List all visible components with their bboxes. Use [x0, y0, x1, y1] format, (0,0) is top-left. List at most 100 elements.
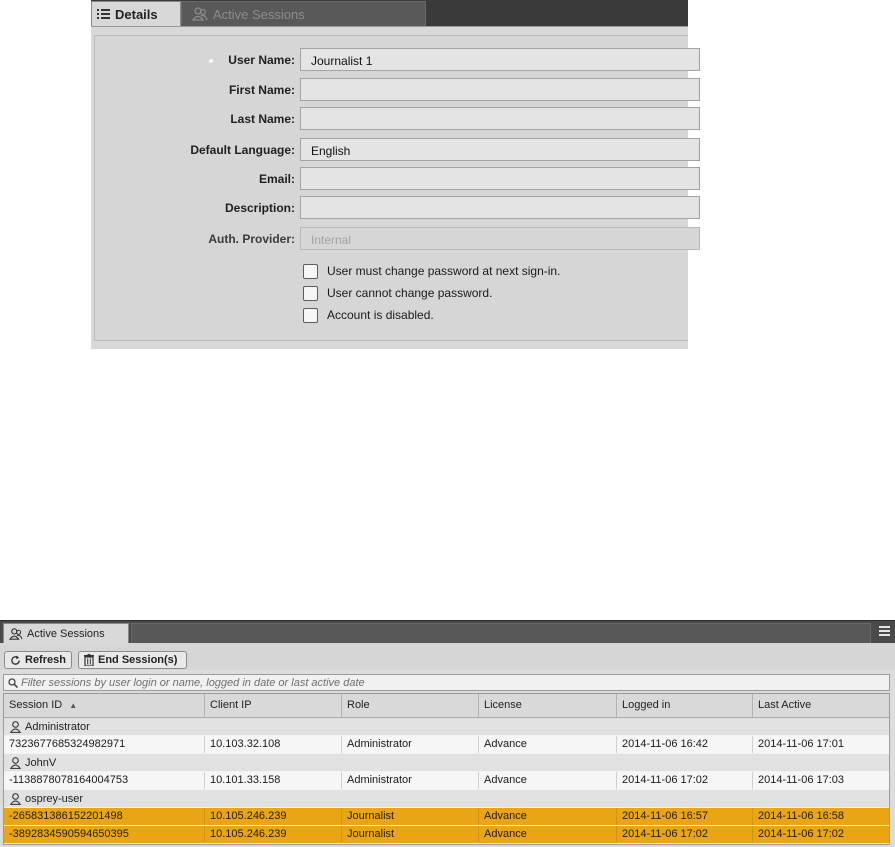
- cell-logged-in: 2014-11-06 17:02: [617, 772, 753, 789]
- user-details-panel: Details Active Sessions User Name: Journ…: [91, 0, 700, 349]
- auth-provider-row: Auth. Provider:: [95, 227, 295, 253]
- sessions-table: Session ID ▲ Client IP Role License Logg…: [3, 693, 890, 845]
- hamburger-icon[interactable]: [879, 626, 890, 636]
- group-row[interactable]: JohnV: [4, 754, 889, 771]
- default-language-select[interactable]: English: [300, 138, 700, 161]
- cell-last-active: 2014-11-06 16:58: [758, 810, 845, 822]
- users-icon: [9, 628, 23, 640]
- column-header-license[interactable]: License: [479, 694, 617, 717]
- cell-last-active: 2014-11-06 17:03: [758, 774, 845, 786]
- checkbox[interactable]: [303, 307, 318, 323]
- cell-role: Journalist: [342, 808, 479, 825]
- user-icon: [10, 792, 21, 805]
- must-change-password-option[interactable]: User must change password at next sign-i…: [303, 262, 560, 280]
- sessions-tab-strip: Active Sessions: [0, 620, 895, 644]
- cell-session-id: -3892834590594650395: [4, 826, 205, 843]
- column-header-role[interactable]: Role: [342, 694, 479, 717]
- column-header-last-active[interactable]: Last Active: [753, 694, 889, 717]
- cell-role: Administrator: [342, 772, 479, 789]
- user-name-field[interactable]: Journalist 1: [300, 48, 700, 71]
- group-user-name: osprey-user: [25, 792, 84, 805]
- last-name-field[interactable]: [300, 107, 700, 130]
- table-row[interactable]: 7323677685324982971 10.103.32.108 Admini…: [4, 736, 889, 753]
- cell-license: Advance: [479, 808, 617, 825]
- details-form-area: User Name: Journalist 1 First Name: Last…: [91, 26, 700, 349]
- first-name-row: First Name:: [95, 78, 295, 104]
- tab-details[interactable]: Details: [91, 1, 181, 26]
- account-disabled-option[interactable]: Account is disabled.: [303, 306, 434, 324]
- table-row-selected[interactable]: -3892834590594650395 10.105.246.239 Jour…: [4, 826, 889, 843]
- details-form: User Name: Journalist 1 First Name: Last…: [94, 35, 700, 341]
- cell-license: Advance: [479, 772, 617, 789]
- user-name-label: User Name:: [228, 53, 295, 67]
- table-row[interactable]: -1138878078164004753 10.101.33.158 Admin…: [4, 772, 889, 789]
- table-row-selected[interactable]: -265831386152201498 10.105.246.239 Journ…: [4, 808, 889, 825]
- sessions-toolbar: Refresh End Session(s): [0, 643, 895, 670]
- email-row: Email:: [95, 167, 295, 193]
- group-user-name: Administrator: [25, 720, 90, 733]
- must-change-password-label: User must change password at next sign-i…: [327, 264, 561, 278]
- column-header-logged-in[interactable]: Logged in: [617, 694, 753, 717]
- default-language-label: Default Language:: [190, 143, 295, 157]
- user-name-row: User Name:: [95, 48, 295, 74]
- sort-ascending-icon: ▲: [69, 701, 78, 710]
- first-name-label: First Name:: [228, 83, 295, 97]
- sessions-tab-label: Active Sessions: [27, 628, 105, 640]
- cell-client-ip: 10.105.246.239: [205, 808, 342, 825]
- group-row[interactable]: Administrator: [4, 718, 889, 735]
- checkbox[interactable]: [303, 263, 318, 279]
- auth-provider-label: Auth. Provider:: [208, 232, 295, 246]
- cell-role: Administrator: [342, 736, 479, 753]
- group-row[interactable]: osprey-user: [4, 790, 889, 807]
- sessions-filter[interactable]: [3, 674, 890, 691]
- cell-last-active: 2014-11-06 17:02: [758, 828, 845, 840]
- tab-active-sessions-main[interactable]: Active Sessions: [3, 623, 129, 644]
- description-label: Description:: [224, 201, 295, 215]
- cell-last-active: 2014-11-06 17:01: [758, 738, 845, 750]
- list-icon: [97, 8, 110, 20]
- user-icon: [10, 756, 21, 769]
- account-disabled-label: Account is disabled.: [327, 308, 434, 322]
- cell-client-ip: 10.101.33.158: [205, 772, 342, 789]
- tab-details-label: Details: [115, 6, 158, 22]
- active-sessions-panel: Active Sessions Refresh End Session(s) F…: [0, 620, 895, 847]
- column-header-client-ip[interactable]: Client IP: [205, 694, 342, 717]
- cell-role: Journalist: [342, 826, 479, 843]
- cell-license: Advance: [479, 826, 617, 843]
- email-label: Email:: [258, 172, 295, 186]
- details-tab-strip: Details Active Sessions: [91, 0, 688, 26]
- search-icon: [8, 677, 18, 688]
- cannot-change-password-option[interactable]: User cannot change password.: [303, 284, 492, 302]
- cell-session-id: 7323677685324982971: [4, 736, 205, 753]
- checkbox[interactable]: [303, 285, 318, 301]
- cannot-change-password-label: User cannot change password.: [327, 286, 493, 300]
- refresh-label: Refresh: [25, 654, 66, 666]
- column-header-session-id[interactable]: Session ID ▲: [4, 694, 205, 717]
- users-icon: [192, 7, 208, 21]
- cell-logged-in: 2014-11-06 16:57: [617, 808, 753, 825]
- last-name-label: Last Name:: [230, 112, 295, 126]
- user-icon: [10, 720, 21, 733]
- description-field[interactable]: [300, 196, 700, 219]
- tab-active-sessions-label: Active Sessions: [213, 6, 305, 22]
- trash-icon: [84, 654, 94, 666]
- cell-logged-in: 2014-11-06 17:02: [617, 826, 753, 843]
- email-field[interactable]: [300, 167, 700, 190]
- first-name-field[interactable]: [300, 78, 700, 101]
- cell-license: Advance: [479, 736, 617, 753]
- description-row: Description:: [95, 196, 295, 222]
- refresh-button[interactable]: Refresh: [4, 651, 72, 669]
- tab-strip-filler: [131, 623, 871, 643]
- filter-input[interactable]: [21, 676, 861, 689]
- last-name-row: Last Name:: [95, 107, 295, 133]
- tab-active-sessions[interactable]: Active Sessions: [181, 1, 426, 26]
- group-user-name: JohnV: [25, 756, 57, 769]
- default-language-row: Default Language:: [95, 138, 295, 164]
- auth-provider-field: Internal: [300, 227, 700, 250]
- refresh-icon: [10, 654, 21, 666]
- end-sessions-button[interactable]: End Session(s): [78, 651, 187, 669]
- cell-logged-in: 2014-11-06 16:42: [617, 736, 753, 753]
- cell-session-id: -1138878078164004753: [4, 772, 205, 789]
- cell-client-ip: 10.105.246.239: [205, 826, 342, 843]
- cell-client-ip: 10.103.32.108: [205, 736, 342, 753]
